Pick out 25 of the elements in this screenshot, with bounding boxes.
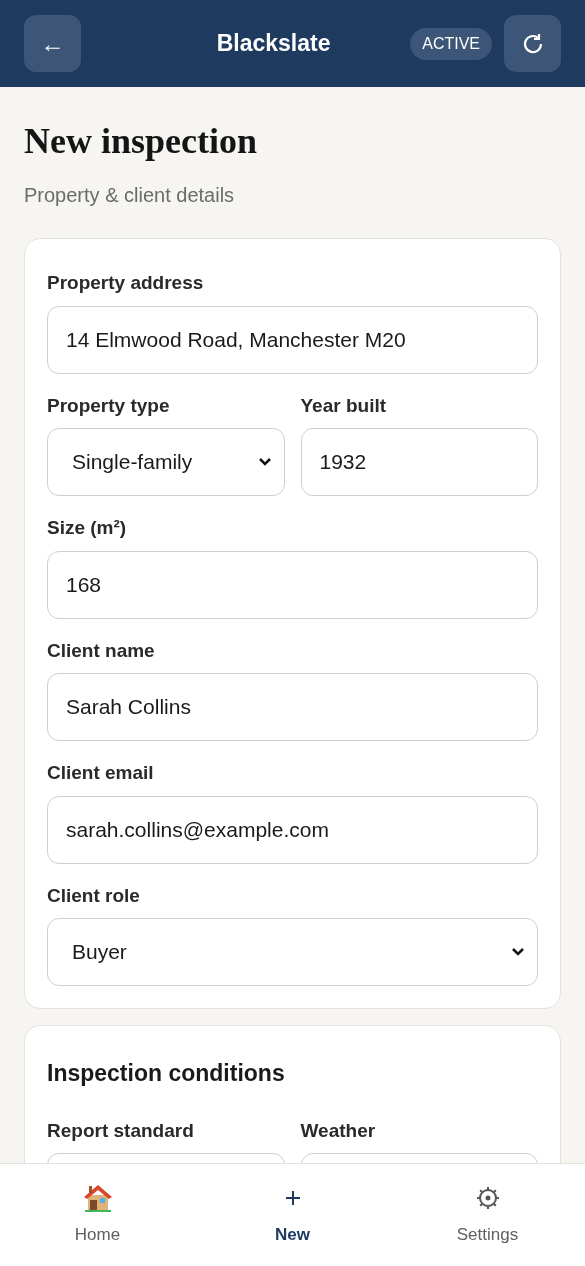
field-label: Client email xyxy=(47,761,155,785)
field-label: Report standard xyxy=(47,1118,195,1143)
field-label: Client name xyxy=(47,638,156,663)
input-field[interactable]: sarah.collins@example.com xyxy=(47,795,538,864)
dropdown-field[interactable]: Buyer xyxy=(47,918,538,986)
page-subtitle: Property & client details xyxy=(24,183,236,208)
card-title: Inspection conditions xyxy=(47,1059,286,1088)
field-label: Property type xyxy=(47,393,171,418)
back-button[interactable]: ← xyxy=(24,15,81,72)
field-label: Year built xyxy=(300,393,388,418)
nav-tab[interactable]: New xyxy=(195,1164,390,1266)
field-label: Client role xyxy=(47,883,141,908)
field-label: Property address xyxy=(47,271,205,295)
dropdown-field[interactable]: Single-family xyxy=(47,428,285,496)
input-field[interactable]: 1932 xyxy=(300,428,538,496)
nav-tab[interactable]: Settings xyxy=(390,1164,585,1266)
nav-tab[interactable]: Home xyxy=(0,1164,195,1266)
input-field[interactable]: Sarah Collins xyxy=(47,673,538,741)
input-field[interactable]: 14 Elmwood Road, Manchester M20 xyxy=(47,305,538,374)
status-badge: ACTIVE xyxy=(410,27,492,60)
page-title: New inspection xyxy=(24,120,258,163)
input-field[interactable]: 168 xyxy=(47,550,538,619)
field-label: Weather xyxy=(300,1118,377,1143)
field-label: Size (m²) xyxy=(47,516,128,540)
app-title: Blackslate xyxy=(215,29,332,59)
